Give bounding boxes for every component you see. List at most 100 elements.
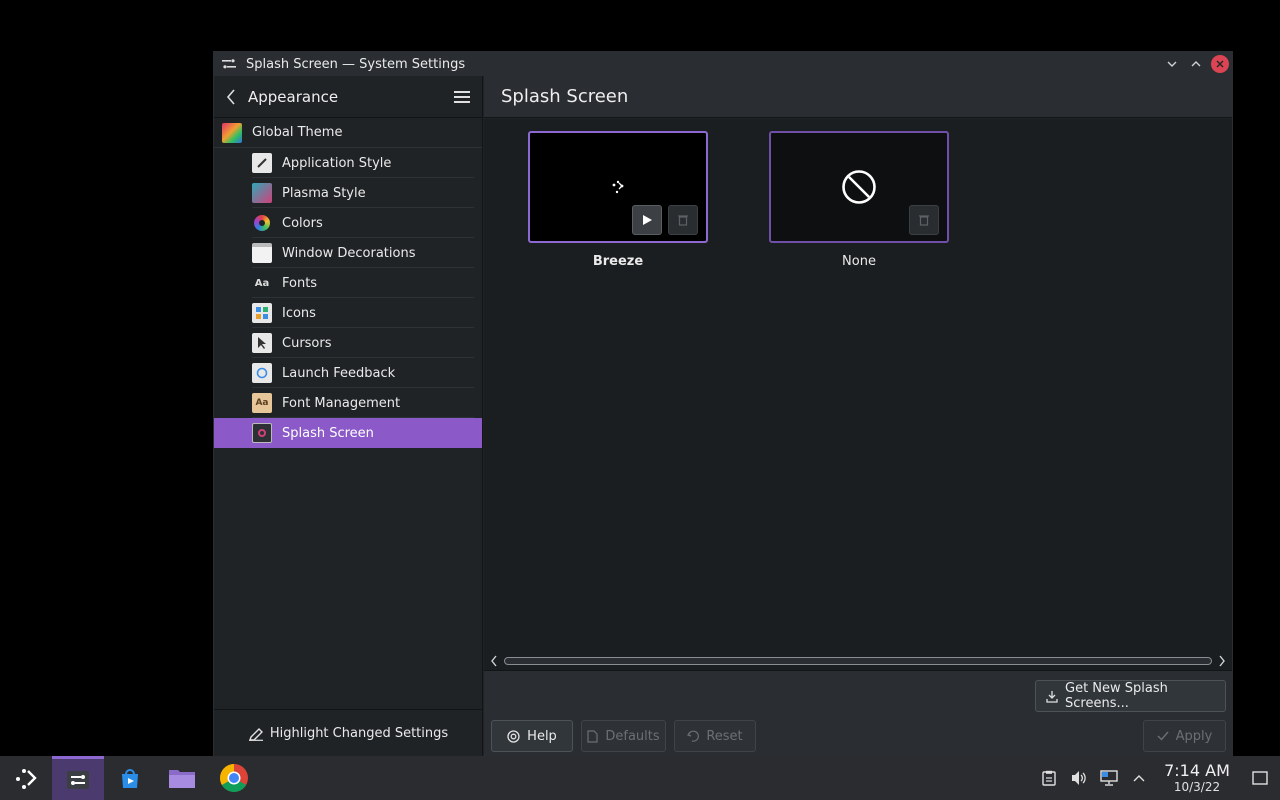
splash-theme-none[interactable]: None (769, 131, 949, 269)
minimize-button[interactable] (1160, 52, 1184, 76)
chevron-right-icon (1219, 655, 1225, 667)
preview-button[interactable] (632, 205, 662, 235)
global-theme-icon (222, 122, 242, 143)
sidebar-item-window-decorations[interactable]: Window Decorations (214, 238, 482, 268)
apply-button[interactable]: Apply (1143, 720, 1226, 752)
settings-nav: Global Theme Application Style Plasma St… (214, 118, 482, 448)
apply-label: Apply (1175, 728, 1213, 744)
clock-date: 10/3/22 (1173, 780, 1221, 794)
splash-screen-icon (252, 423, 272, 443)
system-settings-icon (222, 57, 236, 71)
fonts-icon: Aa (254, 277, 270, 289)
splash-theme-grid: Breeze None (484, 119, 1232, 652)
network-icon[interactable] (1094, 770, 1124, 786)
defaults-label: Defaults (605, 728, 660, 744)
trash-icon (919, 215, 929, 226)
font-management-icon: Aa (252, 393, 272, 413)
taskbar-dolphin[interactable] (156, 756, 208, 800)
volume-icon[interactable] (1064, 770, 1094, 786)
splash-theme-breeze[interactable]: Breeze (528, 131, 708, 269)
sidebar-item-global-theme[interactable]: Global Theme (214, 118, 482, 148)
delete-button[interactable] (909, 205, 939, 235)
clock-time: 7:14 AM (1164, 761, 1230, 780)
discover-store-icon (122, 769, 138, 788)
sidebar-item-label: Icons (282, 305, 316, 321)
sidebar-item-label: Cursors (282, 335, 332, 351)
chevron-left-icon (226, 88, 235, 105)
close-button[interactable] (1211, 55, 1229, 73)
sidebar-item-fonts[interactable]: Aa Fonts (214, 268, 482, 298)
help-button[interactable]: Help (491, 720, 573, 752)
sidebar-item-label: Window Decorations (282, 245, 416, 261)
sidebar-item-label: Font Management (282, 395, 401, 411)
chevron-left-icon (491, 655, 497, 667)
chrome-icon (220, 764, 248, 792)
help-label: Help (527, 728, 557, 744)
bottom-button-bar: Get New Splash Screens... Help Defaults … (484, 670, 1232, 757)
system-settings-icon (67, 770, 89, 789)
digital-clock[interactable]: 7:14 AM 10/3/22 (1160, 761, 1234, 795)
title-bar[interactable]: Splash Screen — System Settings (214, 52, 1232, 76)
trash-icon (678, 215, 688, 226)
sidebar-item-icons[interactable]: Icons (214, 298, 482, 328)
taskbar-chrome[interactable] (208, 756, 260, 800)
scrollbar-thumb[interactable] (504, 657, 1212, 665)
chevron-down-icon (1167, 61, 1177, 67)
sidebar-heading: Appearance (248, 87, 339, 106)
scroll-left-arrow[interactable] (484, 655, 504, 667)
sidebar-header: Appearance (214, 76, 482, 118)
show-desktop-button[interactable] (1240, 771, 1280, 785)
sidebar-item-label: Fonts (282, 275, 318, 291)
play-icon (643, 215, 652, 225)
sidebar-item-plasma-style[interactable]: Plasma Style (214, 178, 482, 208)
sidebar-item-label: Global Theme (252, 125, 343, 140)
window-decorations-icon (252, 243, 272, 263)
no-entry-icon (842, 170, 876, 208)
sidebar-item-label: Application Style (282, 155, 392, 171)
plasma-style-icon (252, 183, 272, 203)
clipboard-icon[interactable] (1034, 770, 1064, 786)
taskbar-discover[interactable] (104, 756, 156, 800)
document-defaults-icon (587, 729, 598, 743)
sidebar-item-launch-feedback[interactable]: Launch Feedback (214, 358, 482, 388)
show-hidden-icons-chevron-up-icon[interactable] (1124, 774, 1154, 782)
maximize-button[interactable] (1184, 52, 1208, 76)
get-new-splash-screens-button[interactable]: Get New Splash Screens... (1035, 680, 1226, 712)
delete-button[interactable] (668, 205, 698, 235)
sidebar-item-label: Colors (282, 215, 323, 231)
icons-icon (252, 303, 272, 323)
steamdeck-launcher-icon (16, 769, 37, 789)
sidebar-item-splash-screen[interactable]: Splash Screen (214, 418, 482, 448)
reset-button[interactable]: Reset (674, 720, 756, 752)
sidebar-item-application-style[interactable]: Application Style (214, 148, 482, 178)
horizontal-scrollbar[interactable] (484, 652, 1232, 670)
system-settings-window: Splash Screen — System Settings Appearan… (213, 51, 1233, 757)
application-launcher-button[interactable] (0, 756, 52, 800)
folder-icon (169, 770, 195, 788)
back-button[interactable] (214, 88, 248, 105)
undo-icon (687, 730, 700, 742)
main-panel: Splash Screen Breeze None Get New Splash… (484, 76, 1232, 757)
sidebar-item-label: Splash Screen (282, 425, 374, 441)
hamburger-menu-button[interactable] (442, 90, 482, 103)
taskbar-system-settings[interactable] (52, 756, 104, 800)
show-desktop-icon (1252, 771, 1268, 785)
page-title: Splash Screen (484, 76, 1232, 118)
launch-feedback-icon (252, 363, 272, 383)
help-lifebuoy-icon (507, 729, 520, 743)
theme-preview-thumbnail (769, 131, 949, 243)
scroll-right-arrow[interactable] (1212, 655, 1232, 667)
checkmark-icon (1157, 731, 1169, 741)
theme-preview-thumbnail (528, 131, 708, 243)
download-icon (1046, 690, 1058, 703)
cursors-icon (252, 333, 272, 353)
highlight-changed-settings-button[interactable]: Highlight Changed Settings (214, 709, 482, 757)
defaults-button[interactable]: Defaults (581, 720, 666, 752)
sidebar-item-font-management[interactable]: Aa Font Management (214, 388, 482, 418)
sidebar-item-colors[interactable]: Colors (214, 208, 482, 238)
sidebar-item-label: Plasma Style (282, 185, 366, 201)
chevron-up-icon (1191, 61, 1201, 67)
sidebar-item-cursors[interactable]: Cursors (214, 328, 482, 358)
get-new-splash-screens-label: Get New Splash Screens... (1065, 681, 1168, 711)
taskbar: 7:14 AM 10/3/22 (0, 756, 1280, 800)
